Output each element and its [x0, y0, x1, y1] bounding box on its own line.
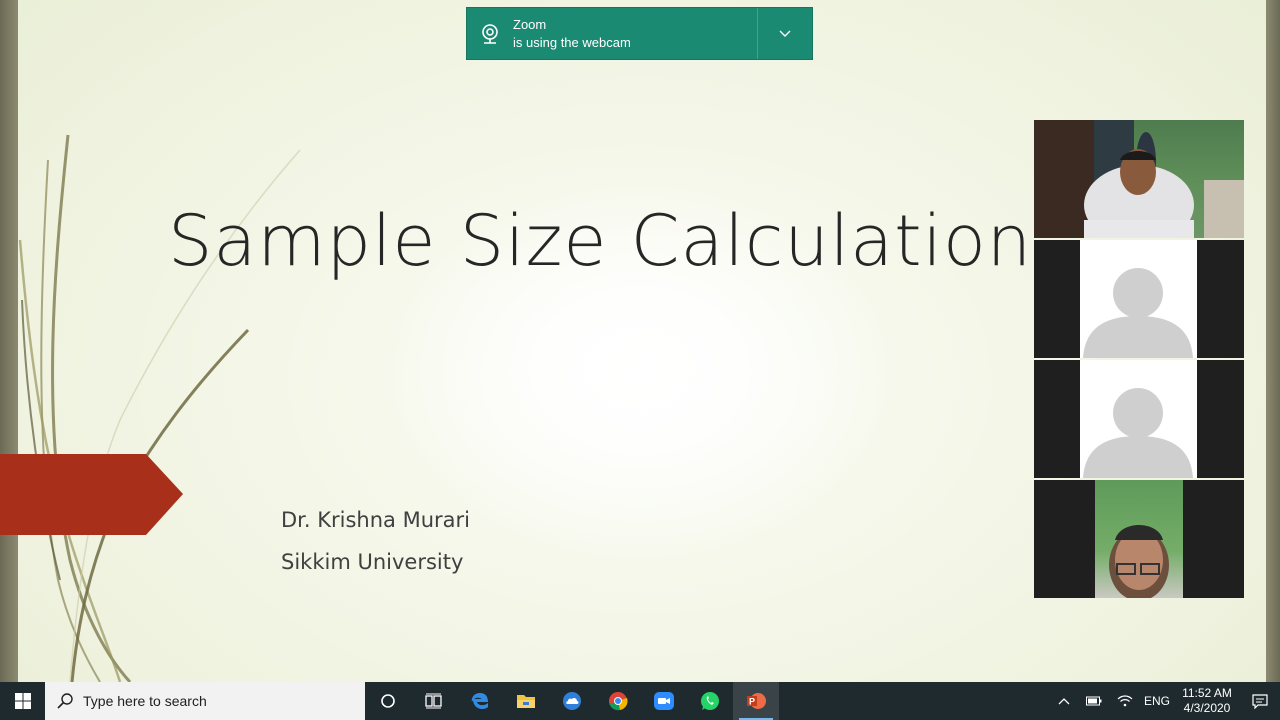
svg-text:P: P [749, 697, 755, 707]
user-avatar-icon [1083, 268, 1193, 358]
zoom-button[interactable] [641, 682, 687, 720]
webcam-icon [467, 23, 513, 45]
powerpoint-icon: P [747, 693, 766, 709]
slide-author: Dr. Krishna Murari [281, 508, 470, 532]
clock-date: 4/3/2020 [1183, 701, 1231, 715]
cloud-app-button[interactable] [549, 682, 595, 720]
notification-app-name: Zoom [513, 16, 547, 32]
slide-title: Sample Size Calculation [168, 200, 1033, 282]
participant-avatar-3[interactable] [1034, 360, 1244, 478]
battery-button[interactable] [1078, 682, 1110, 720]
show-hidden-icons-button[interactable] [1050, 682, 1078, 720]
chevron-down-icon [779, 30, 791, 37]
windows-taskbar: Type here to search P ENG 11:52 AM 4/3/2… [0, 682, 1280, 720]
clock-time: 11:52 AM [1182, 686, 1232, 700]
zoom-icon [654, 692, 674, 710]
notification-expand-button[interactable] [758, 8, 812, 59]
participant-video-4[interactable] [1034, 480, 1244, 598]
wifi-icon [1117, 695, 1133, 707]
participant-avatar-2[interactable] [1034, 240, 1244, 358]
edge-button[interactable] [457, 682, 503, 720]
language-indicator[interactable]: ENG [1140, 682, 1174, 720]
accent-arrow-shape [0, 454, 183, 535]
notifications-icon [1252, 694, 1268, 709]
participant-camera-feed [1095, 480, 1183, 598]
search-icon [57, 693, 73, 709]
whatsapp-button[interactable] [687, 682, 733, 720]
webcam-notification[interactable]: Zoom is using the webcam [466, 7, 813, 60]
battery-icon [1086, 696, 1102, 706]
slide-affiliation: Sikkim University [281, 550, 464, 574]
start-button[interactable] [0, 682, 45, 720]
chevron-up-icon [1058, 698, 1070, 705]
taskbar-clock[interactable]: 11:52 AM 4/3/2020 [1174, 686, 1240, 716]
chrome-icon [609, 692, 628, 711]
wifi-button[interactable] [1110, 682, 1140, 720]
cortana-button[interactable] [365, 682, 411, 720]
slide-right-border [1266, 0, 1280, 682]
system-tray: ENG 11:52 AM 4/3/2020 [1050, 682, 1280, 720]
search-placeholder: Type here to search [83, 693, 207, 709]
grass-decoration [18, 134, 301, 682]
participant-video-1[interactable] [1034, 120, 1244, 238]
file-explorer-icon [517, 695, 535, 708]
file-explorer-button[interactable] [503, 682, 549, 720]
user-avatar-icon [1083, 388, 1193, 478]
powerpoint-button[interactable]: P [733, 682, 779, 720]
task-view-icon [425, 693, 442, 709]
cloud-icon [563, 692, 581, 710]
video-gallery [1034, 120, 1244, 600]
cortana-icon [381, 694, 395, 708]
chrome-button[interactable] [595, 682, 641, 720]
edge-icon [471, 693, 488, 709]
webcam-notification-body[interactable]: Zoom is using the webcam [467, 8, 757, 59]
windows-logo-icon [14, 693, 31, 709]
whatsapp-icon [701, 692, 719, 710]
participant-camera-feed [1034, 120, 1244, 238]
notification-message: is using the webcam [513, 34, 631, 50]
task-view-button[interactable] [411, 682, 457, 720]
action-center-button[interactable] [1240, 682, 1280, 720]
taskbar-search-box[interactable]: Type here to search [45, 682, 365, 720]
